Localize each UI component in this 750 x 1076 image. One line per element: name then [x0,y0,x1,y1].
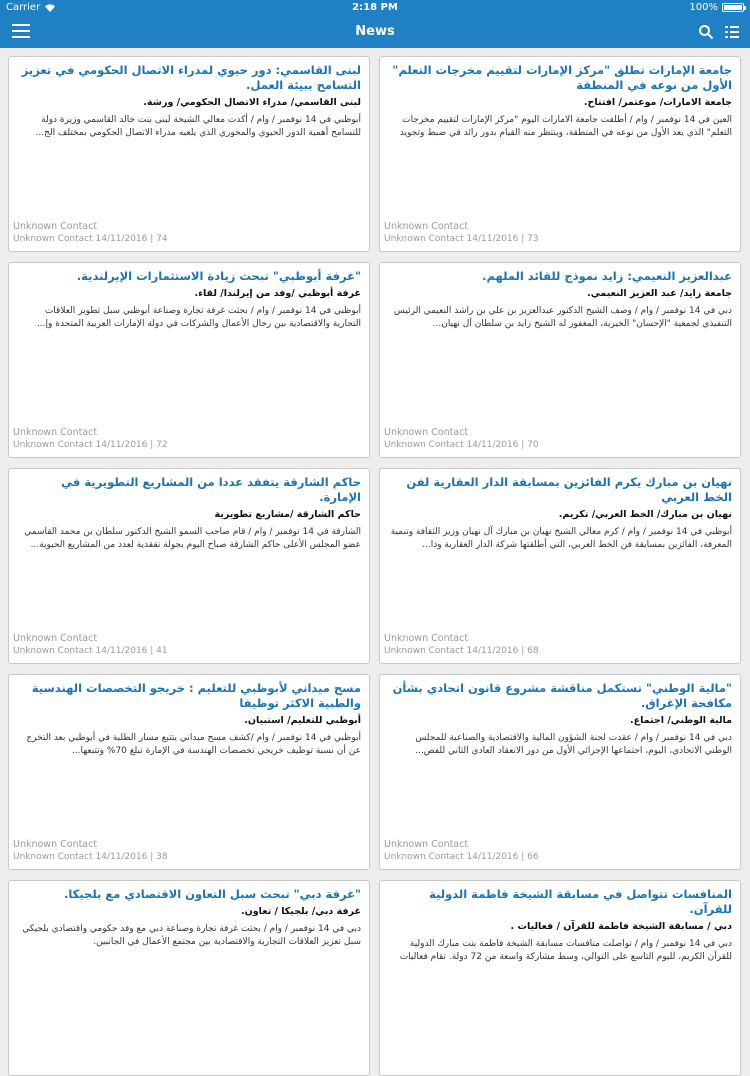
news-contact: Unknown Contact [384,839,469,850]
news-card[interactable]: "مالية الوطني" تستكمل مناقشة مشروع قانون… [379,674,741,870]
news-card[interactable]: "غرفة دبي" تبحث سبل التعاون الاقتصادي مع… [8,880,370,1076]
news-footer: Unknown Contact Unknown Contact 14/11/201… [13,427,168,451]
news-meta: Unknown Contact 14/11/2016 | 73 [384,234,539,244]
news-headline[interactable]: لبنى القاسمي: دور حيوي لمدراء الاتصال ال… [9,57,369,93]
news-excerpt: العين في 14 نوفمبر / وام / أطلقت جامعة ا… [399,115,732,138]
news-meta: Unknown Contact 14/11/2016 | 38 [13,852,168,862]
news-card[interactable]: مسح ميداني لأبوظبي للتعليم : خريجو التخص… [8,674,370,870]
news-card[interactable]: لبنى القاسمي: دور حيوي لمدراء الاتصال ال… [8,56,370,252]
news-footer: Unknown Contact Unknown Contact 14/11/201… [384,633,539,657]
news-contact: Unknown Contact [384,427,469,438]
news-contact: Unknown Contact [13,221,98,232]
news-category: أبوظبي للتعليم/ استبيان. [244,715,361,726]
news-category: مالية الوطني/ اجتماع. [630,715,732,726]
news-card[interactable]: حاكم الشارقة يتفقد عددا من المشاريع التط… [8,468,370,664]
search-icon[interactable] [698,24,714,40]
news-card[interactable]: نهيان بن مبارك يكرم الفائزين بمسابقة الد… [379,468,741,664]
news-excerpt: دبي في 14 نوفمبر / وام / تواصلت منافسات … [399,939,732,962]
news-contact: Unknown Contact [13,427,98,438]
status-bar: Carrier 2:18 PM 100% [0,0,750,16]
status-time: 2:18 PM [352,2,398,13]
news-category: جامعة الامارات/ موعتمر/ افتتاح. [583,97,732,108]
news-footer: Unknown Contact Unknown Contact 14/11/201… [13,221,168,245]
news-meta: Unknown Contact 14/11/2016 | 41 [13,646,168,656]
news-headline[interactable]: المنافسات تتواصل في مسابقة الشيخة فاطمة … [380,881,740,917]
news-headline[interactable]: عبدالعزيز النعيمي: زايد نموذج للقائد الم… [380,263,740,284]
news-footer: Unknown Contact Unknown Contact 14/11/201… [384,839,539,863]
battery-percent: 100% [689,2,718,13]
news-meta: Unknown Contact 14/11/2016 | 66 [384,852,539,862]
news-card[interactable]: "غرفة أبوظبي" تبحث زيادة الاستثمارات الإ… [8,262,370,458]
list-view-icon[interactable] [724,24,740,40]
news-excerpt: دبي في 14 نوفمبر / وام / عقدت لجنة الشؤو… [415,733,732,756]
news-card[interactable]: المنافسات تتواصل في مسابقة الشيخة فاطمة … [379,880,741,1076]
news-contact: Unknown Contact [384,633,469,644]
news-footer: Unknown Contact Unknown Contact 14/11/201… [13,633,168,657]
news-card[interactable]: جامعة الإمارات تطلق "مركز الإمارات لتقيي… [379,56,741,252]
news-headline[interactable]: مسح ميداني لأبوظبي للتعليم : خريجو التخص… [9,675,369,711]
news-footer: Unknown Contact Unknown Contact 14/11/201… [384,221,539,245]
news-excerpt: دبي في 14 نوفمبر / وام / بحثت غرفة تجارة… [22,924,361,947]
news-excerpt: أبوظبي في 14 نوفمبر / وام / كرم معالي ال… [390,527,732,550]
news-meta: Unknown Contact 14/11/2016 | 72 [13,440,168,450]
news-category: جامعة زايد/ عبد العزيز النعيمي. [587,288,732,299]
news-contact: Unknown Contact [13,633,98,644]
news-contact: Unknown Contact [13,839,98,850]
news-category: غرفة دبي/ بلجيكا / تعاون. [241,906,361,917]
news-contact: Unknown Contact [384,221,469,232]
news-excerpt: أبوظبي في 14 نوفمبر / وام / أكدت معالي ا… [35,115,361,138]
battery-icon [722,3,746,12]
news-headline[interactable]: "غرفة دبي" تبحث سبل التعاون الاقتصادي مع… [9,881,369,902]
news-headline[interactable]: نهيان بن مبارك يكرم الفائزين بمسابقة الد… [380,469,740,505]
news-meta: Unknown Contact 14/11/2016 | 70 [384,440,539,450]
news-headline[interactable]: جامعة الإمارات تطلق "مركز الإمارات لتقيي… [380,57,740,93]
news-category: نهيان بن مبارك/ الخط العربي/ تكريم. [558,509,732,520]
news-meta: Unknown Contact 14/11/2016 | 74 [13,234,168,244]
news-footer: Unknown Contact Unknown Contact 14/11/201… [384,427,539,451]
news-category: لبنى القاسمي/ مدراء الاتصال الحكومي/ ورش… [143,97,361,108]
news-headline[interactable]: "غرفة أبوظبي" تبحث زيادة الاستثمارات الإ… [9,263,369,284]
news-category: دبي / مسابقة الشيخة فاطمة للقرآن / فعالي… [510,921,732,932]
nav-bar: News [0,16,750,48]
news-excerpt: أبوظبي في 14 نوفمبر / وام /كشف مسح ميدان… [26,733,361,756]
news-headline[interactable]: "مالية الوطني" تستكمل مناقشة مشروع قانون… [380,675,740,711]
news-headline[interactable]: حاكم الشارقة يتفقد عددا من المشاريع التط… [9,469,369,505]
page-title: News [355,24,395,39]
battery-group: 100% [689,2,746,13]
news-category: حاكم الشارقة /مشاريع تطويرية [214,509,361,520]
news-card[interactable]: عبدالعزيز النعيمي: زايد نموذج للقائد الم… [379,262,741,458]
battery-fill [724,5,742,10]
news-meta: Unknown Contact 14/11/2016 | 68 [384,646,539,656]
news-category: غرفة أبوظبي /وفد من إيرلندا/ لقاء. [194,288,361,299]
news-excerpt: أبوظبي في 14 نوفمبر / وام / بحثت غرفة تج… [36,306,361,329]
news-excerpt: دبي في 14 نوفمبر / وام / وصف الشيخ الدكت… [393,306,732,329]
news-footer: Unknown Contact Unknown Contact 14/11/201… [13,839,168,863]
news-excerpt: الشارقة في 14 نوفمبر / وام / قام صاحب ال… [24,527,361,550]
